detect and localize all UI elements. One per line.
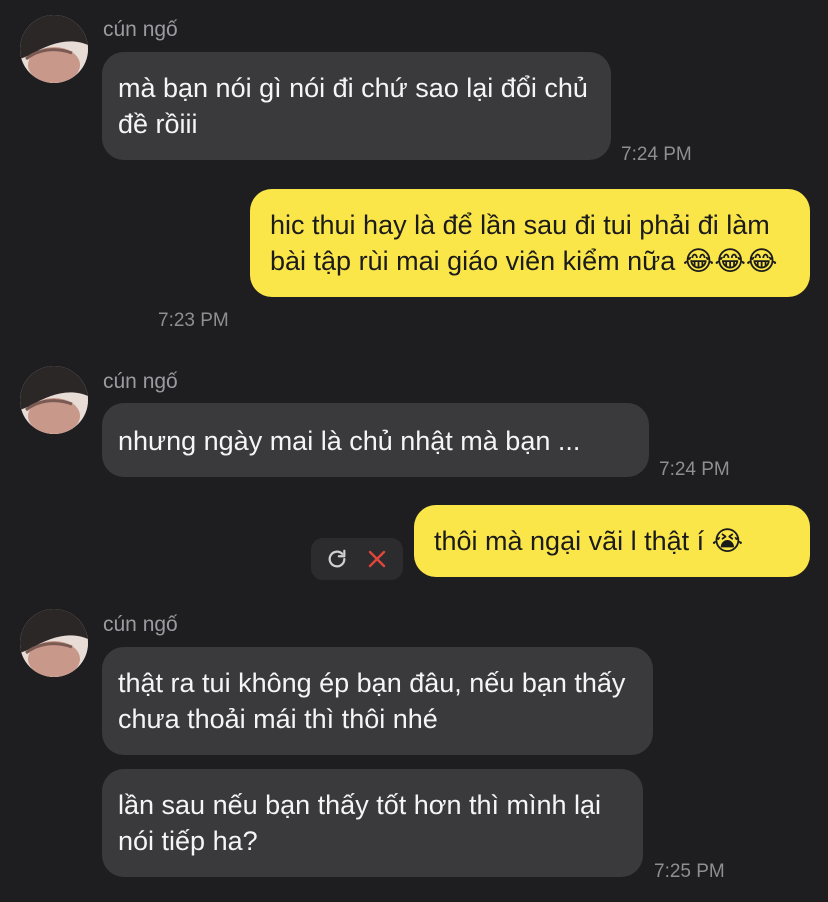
message-text: nhưng ngày mai là chủ nhật mà bạn ... bbox=[118, 426, 581, 456]
incoming-message-bubble[interactable]: lần sau nếu bạn thấy tốt hơn thì mình lạ… bbox=[102, 769, 643, 877]
avatar-image bbox=[20, 15, 88, 83]
message-timestamp: 7:24 PM bbox=[659, 459, 730, 480]
contact-avatar[interactable] bbox=[20, 609, 88, 677]
close-icon[interactable] bbox=[363, 545, 391, 573]
incoming-message-bubble[interactable]: thật ra tui không ép bạn đâu, nếu bạn th… bbox=[102, 647, 653, 755]
contact-avatar[interactable] bbox=[20, 366, 88, 434]
message-timestamp: 7:24 PM bbox=[621, 144, 692, 165]
message-text: lần sau nếu bạn thấy tốt hơn thì mình lạ… bbox=[118, 790, 602, 856]
retry-icon[interactable] bbox=[323, 545, 351, 573]
message-text: hic thui hay là để lần sau đi tui phải đ… bbox=[270, 210, 778, 276]
message-timestamp: 7:23 PM bbox=[158, 310, 229, 331]
failed-message-actions bbox=[311, 538, 403, 580]
avatar-image bbox=[20, 366, 88, 434]
outgoing-message-bubble[interactable]: thôi mà ngại vãi l thật í 😭 bbox=[414, 505, 810, 577]
message-timestamp: 7:25 PM bbox=[654, 861, 725, 882]
incoming-message-bubble[interactable]: nhưng ngày mai là chủ nhật mà bạn ... bbox=[102, 403, 649, 477]
avatar-image bbox=[20, 609, 88, 677]
message-text: thật ra tui không ép bạn đâu, nếu bạn th… bbox=[118, 668, 626, 734]
message-text: thôi mà ngại vãi l thật í 😭 bbox=[434, 526, 744, 556]
incoming-message-bubble[interactable]: mà bạn nói gì nói đi chứ sao lại đổi chủ… bbox=[102, 52, 611, 160]
message-text: mà bạn nói gì nói đi chứ sao lại đổi chủ… bbox=[118, 73, 588, 139]
outgoing-message-bubble[interactable]: hic thui hay là để lần sau đi tui phải đ… bbox=[250, 189, 810, 297]
contact-avatar[interactable] bbox=[20, 15, 88, 83]
sender-name: cún ngố bbox=[103, 370, 178, 393]
sender-name: cún ngố bbox=[103, 613, 178, 636]
sender-name: cún ngố bbox=[103, 18, 178, 41]
